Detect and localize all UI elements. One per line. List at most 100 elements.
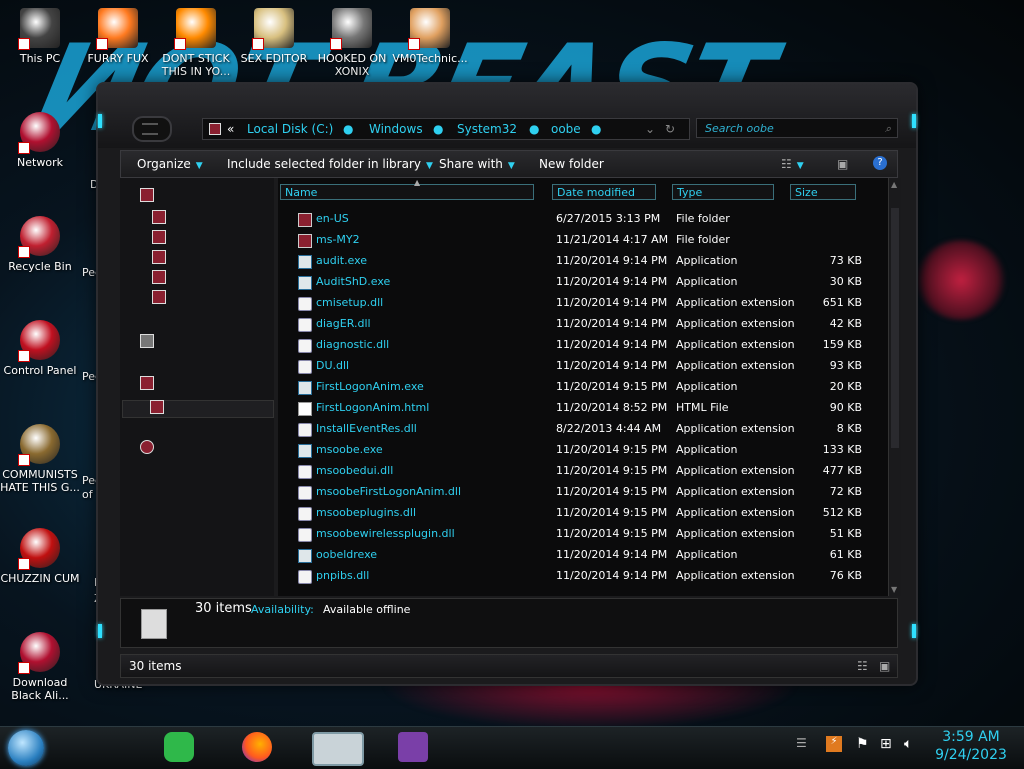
- details-view-icon[interactable]: ☷: [857, 655, 868, 677]
- view-options-icon[interactable]: ☷ ▼: [781, 151, 804, 179]
- dropdown-chevron-icon[interactable]: ⌄: [645, 119, 655, 139]
- file-type: Application: [676, 275, 738, 288]
- new-folder-button[interactable]: New folder: [539, 151, 604, 177]
- download-icon: [18, 632, 60, 674]
- scrollbar-thumb[interactable]: [891, 208, 899, 448]
- volume-icon[interactable]: 🔈︎: [904, 736, 912, 752]
- nav-item[interactable]: [152, 250, 172, 266]
- breadcrumb-separator-icon[interactable]: ●: [343, 119, 353, 139]
- large-icons-view-icon[interactable]: ▣: [879, 655, 890, 677]
- nav-item[interactable]: [140, 188, 160, 204]
- nav-item-local-disk[interactable]: [150, 400, 170, 416]
- frame-led: [912, 624, 916, 638]
- nav-item[interactable]: [140, 376, 160, 392]
- organize-button[interactable]: Organize ▼: [137, 151, 203, 179]
- file-row[interactable]: msoobeplugins.dll 11/20/2014 9:15 PM Appli…: [278, 502, 888, 523]
- back-forward-button[interactable]: [132, 116, 172, 142]
- tray-app-icon[interactable]: ⚡: [826, 736, 842, 752]
- file-size: 73 KB: [829, 254, 862, 267]
- desktop-icon[interactable]: CHUZZIN CUM: [0, 528, 80, 585]
- file-date: 11/20/2014 9:14 PM: [556, 548, 668, 561]
- firefox-icon[interactable]: [242, 732, 272, 762]
- column-header-type[interactable]: Type: [672, 184, 774, 200]
- search-input[interactable]: Search oobe ⌕: [696, 118, 898, 138]
- xonix-game-icon: [330, 8, 372, 50]
- desktop-icon[interactable]: Download Black Ali...: [0, 632, 80, 702]
- file-row[interactable]: msoobedui.dll 11/20/2014 9:15 PM Applicati…: [278, 460, 888, 481]
- show-hidden-icons-icon[interactable]: ☰: [796, 736, 807, 750]
- column-header-size[interactable]: Size: [790, 184, 856, 200]
- file-explorer-icon[interactable]: [312, 732, 364, 766]
- file-row[interactable]: oobeldrexe 11/20/2014 9:14 PM Application 6…: [278, 544, 888, 565]
- search-icon[interactable]: ⌕: [885, 119, 891, 139]
- desktop-icon[interactable]: DONT STICK THIS IN YO...: [156, 8, 236, 78]
- file-row[interactable]: InstallEventRes.dll 8/22/2013 4:44 AM Appl…: [278, 418, 888, 439]
- desktop-icon[interactable]: SEX EDITOR: [234, 8, 314, 65]
- help-icon[interactable]: ?: [873, 156, 887, 170]
- file-row[interactable]: FirstLogonAnim.html 11/20/2014 8:52 PM HTM…: [278, 397, 888, 418]
- file-size: 20 KB: [829, 380, 862, 393]
- nav-item[interactable]: [152, 290, 172, 306]
- nav-item[interactable]: [152, 210, 172, 226]
- desktop-icon[interactable]: COMMUNISTS HATE THIS G...: [0, 424, 80, 494]
- scroll-up-icon[interactable]: ▲: [891, 180, 897, 189]
- desktop-icon-label: This PC: [19, 52, 61, 65]
- include-in-library-button[interactable]: Include selected folder in library ▼: [227, 151, 433, 179]
- file-row[interactable]: en-US 6/27/2015 3:13 PM File folder: [278, 208, 888, 229]
- nav-item[interactable]: [152, 230, 172, 246]
- desktop-icon[interactable]: HOOKED ON XONIX: [312, 8, 392, 78]
- shortcut-arrow-icon: [252, 38, 264, 50]
- breadcrumb-local-disk[interactable]: Local Disk (C:): [247, 119, 333, 139]
- file-size: 512 KB: [822, 506, 862, 519]
- dll-icon: [298, 360, 312, 374]
- file-row[interactable]: audit.exe 11/20/2014 9:14 PM Application 73…: [278, 250, 888, 271]
- preview-pane-icon[interactable]: ▣: [837, 151, 848, 177]
- desktop-icon[interactable]: Recycle Bin: [0, 216, 80, 273]
- address-bar[interactable]: « Local Disk (C:) ● Windows ● System32 ●…: [202, 118, 690, 140]
- file-type: HTML File: [676, 401, 729, 414]
- breadcrumb-separator-icon[interactable]: ●: [529, 119, 539, 139]
- desktop-icon[interactable]: Network: [0, 112, 80, 169]
- file-row[interactable]: pnpibs.dll 11/20/2014 9:14 PM Application …: [278, 565, 888, 586]
- flag-icon[interactable]: ⚑: [856, 736, 869, 752]
- breadcrumb-system32[interactable]: System32: [457, 119, 517, 139]
- file-row[interactable]: diagnostic.dll 11/20/2014 9:14 PM Applicat…: [278, 334, 888, 355]
- file-row[interactable]: diagER.dll 11/20/2014 9:14 PM Application …: [278, 313, 888, 334]
- share-with-button[interactable]: Share with ▼: [439, 151, 515, 179]
- vlc-icon: [174, 8, 216, 50]
- desktop-icon[interactable]: VM0Technic...: [390, 8, 470, 65]
- breadcrumb-prefix[interactable]: «: [227, 119, 234, 139]
- breadcrumb-windows[interactable]: Windows: [369, 119, 423, 139]
- refresh-icon[interactable]: ↻: [665, 119, 675, 139]
- file-size: 651 KB: [822, 296, 862, 309]
- start-button[interactable]: [8, 730, 44, 766]
- file-row[interactable]: msoobewirelessplugin.dll 11/20/2014 9:15 …: [278, 523, 888, 544]
- network-status-icon[interactable]: ⊞: [880, 736, 892, 752]
- clock[interactable]: 3:59 AM 9/24/2023: [928, 728, 1014, 764]
- desktop-icon[interactable]: Control Panel: [0, 320, 80, 377]
- nav-item[interactable]: [152, 270, 172, 286]
- breadcrumb-separator-icon[interactable]: ●: [591, 119, 601, 139]
- file-row[interactable]: AuditShD.exe 11/20/2014 9:14 PM Applicatio…: [278, 271, 888, 292]
- desktop-icon[interactable]: This PC: [0, 8, 80, 65]
- column-header-name[interactable]: Name: [280, 184, 534, 200]
- file-row[interactable]: FirstLogonAnim.exe 11/20/2014 9:15 PM Appl…: [278, 376, 888, 397]
- breadcrumb-separator-icon[interactable]: ●: [433, 119, 443, 139]
- file-date: 11/20/2014 9:14 PM: [556, 254, 668, 267]
- file-row[interactable]: msoobeFirstLogonAnim.dll 11/20/2014 9:15 …: [278, 481, 888, 502]
- scroll-down-icon[interactable]: ▼: [891, 585, 897, 594]
- file-row[interactable]: cmisetup.dll 11/20/2014 9:14 PM Applicatio…: [278, 292, 888, 313]
- nav-item[interactable]: [140, 334, 160, 350]
- file-name: msoobe.exe: [316, 443, 383, 456]
- breadcrumb-oobe[interactable]: oobe: [551, 119, 581, 139]
- file-row[interactable]: DU.dll 11/20/2014 9:14 PM Application exte…: [278, 355, 888, 376]
- file-date: 11/20/2014 9:15 PM: [556, 527, 668, 540]
- column-header-date[interactable]: Date modified: [552, 184, 656, 200]
- green-app-icon[interactable]: [164, 732, 194, 762]
- onenote-icon[interactable]: [398, 732, 428, 762]
- desktop-icon[interactable]: FURRY FUX: [78, 8, 158, 65]
- vertical-scrollbar[interactable]: ▲ ▼: [888, 178, 901, 596]
- file-row[interactable]: msoobe.exe 11/20/2014 9:15 PM Application 1…: [278, 439, 888, 460]
- file-row[interactable]: ms-MY2 11/21/2014 4:17 AM File folder: [278, 229, 888, 250]
- nav-item-network[interactable]: [140, 440, 160, 456]
